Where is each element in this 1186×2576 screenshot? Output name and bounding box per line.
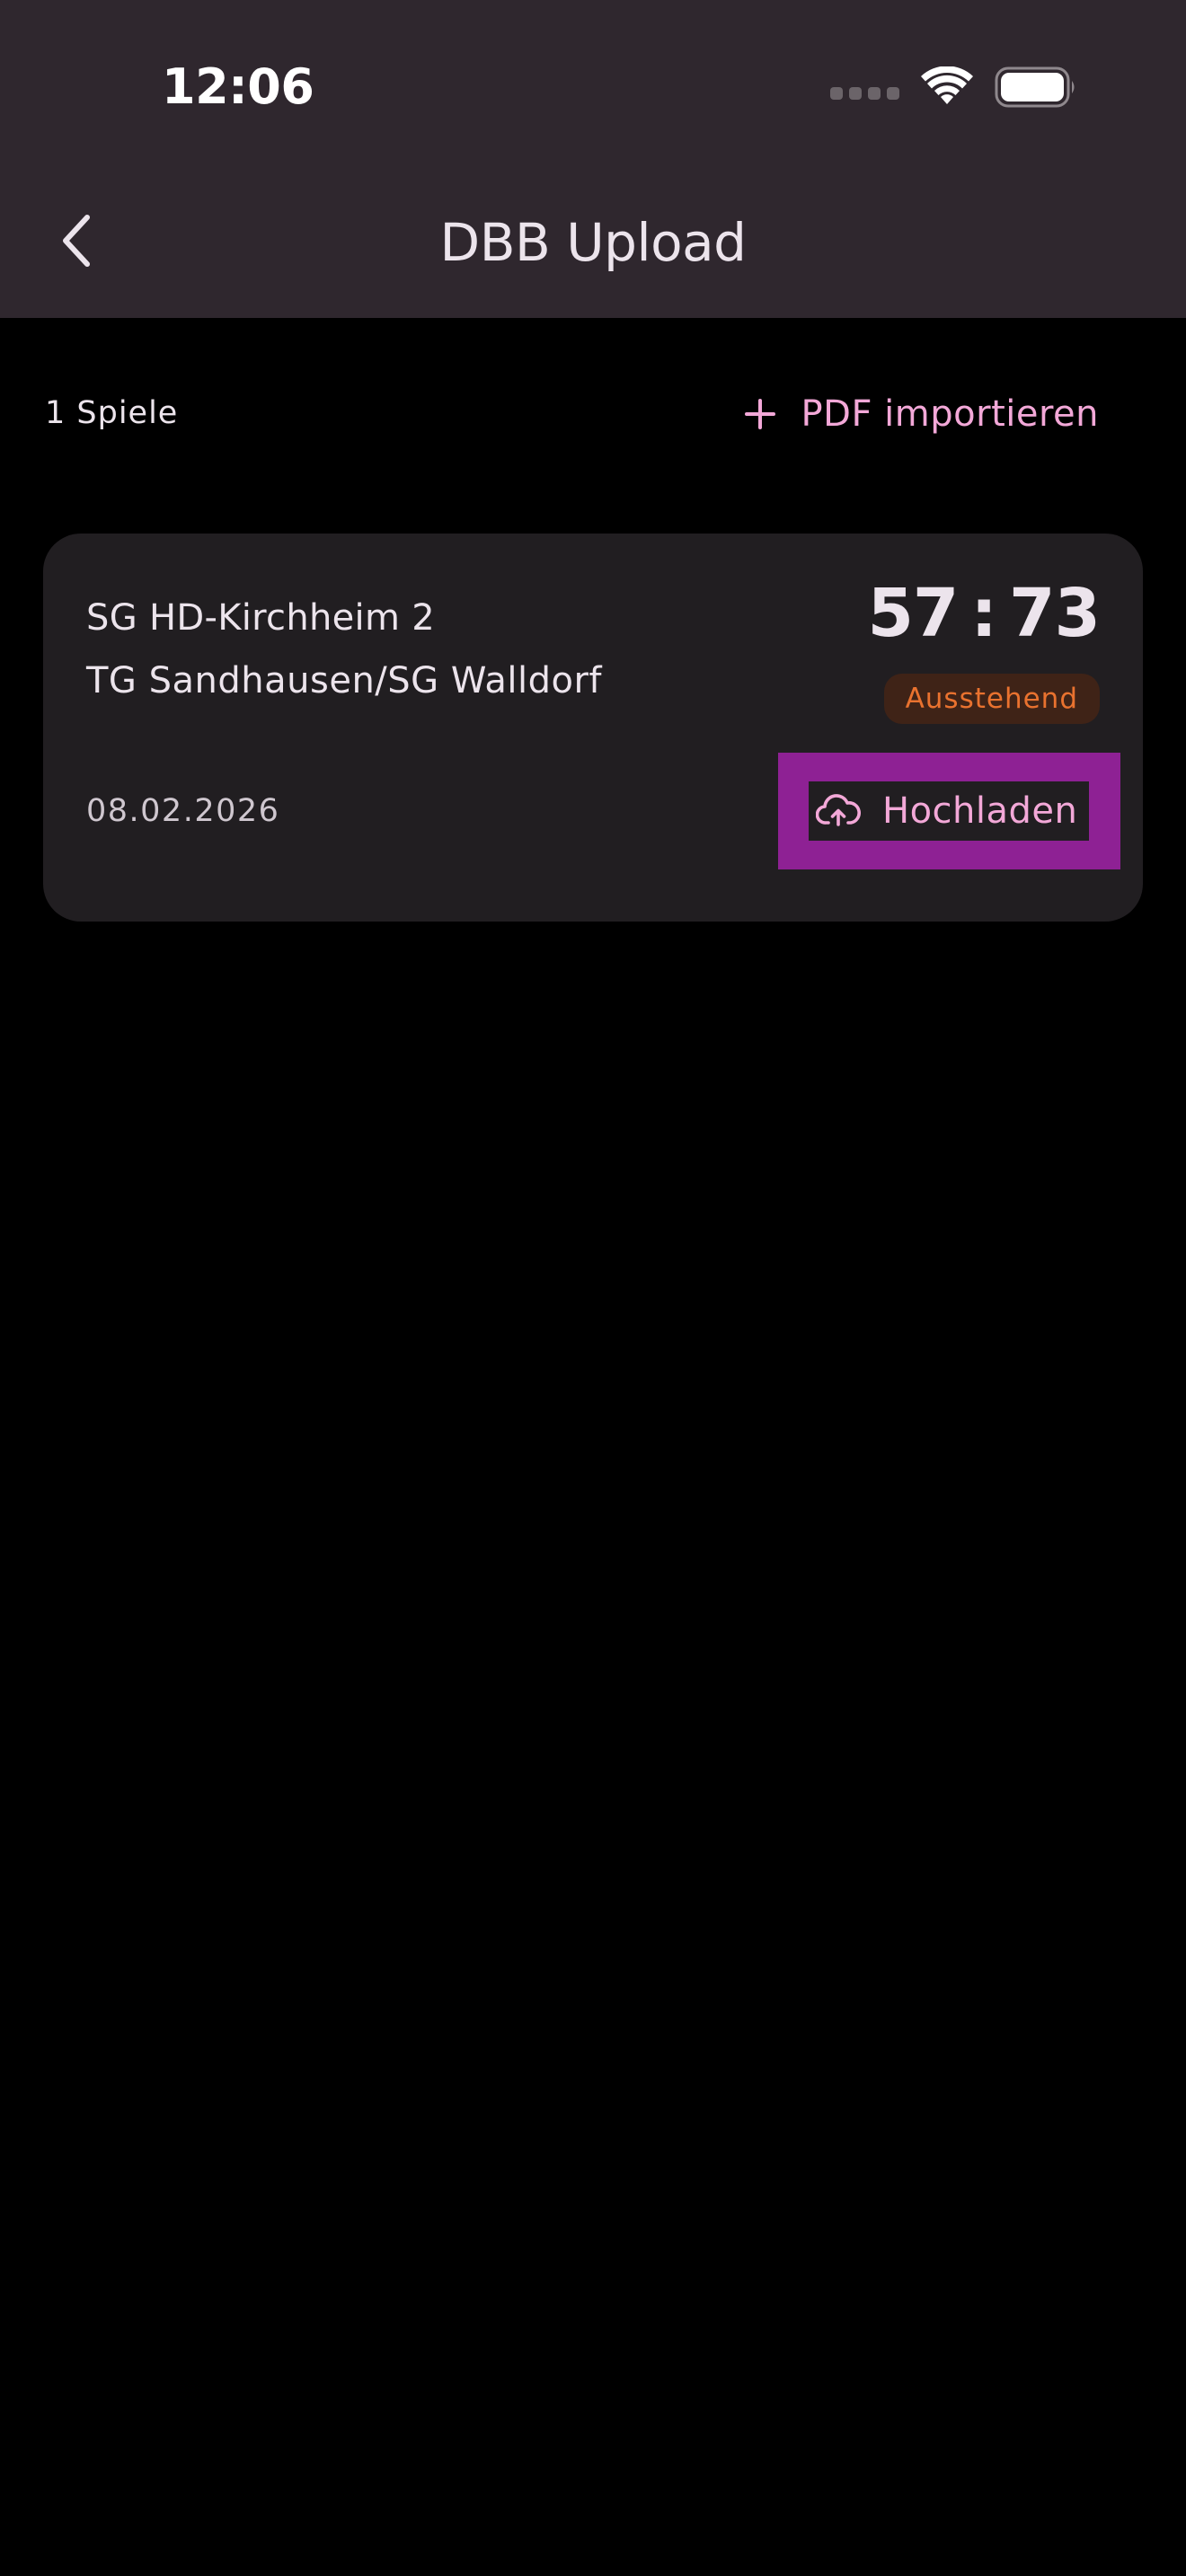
cloud-upload-icon	[816, 793, 861, 829]
battery-icon	[995, 66, 1077, 108]
upload-button-label: Hochladen	[882, 790, 1078, 832]
upload-button-highlight: Hochladen	[778, 753, 1120, 869]
upload-button[interactable]: Hochladen	[809, 781, 1089, 841]
score-separator: :	[970, 575, 997, 652]
page-title: DBB Upload	[439, 212, 747, 273]
wifi-icon	[921, 66, 973, 108]
status-bar-time: 12:06	[162, 58, 314, 115]
status-bar-icons	[830, 65, 1077, 110]
game-score: 57 : 73	[867, 573, 1101, 654]
plus-icon	[744, 398, 776, 430]
top-header: 12:06 DBB Upload	[0, 0, 1186, 318]
pdf-import-label: PDF importieren	[801, 393, 1099, 435]
away-score: 73	[1009, 575, 1101, 652]
game-date: 08.02.2026	[86, 793, 280, 829]
home-score: 57	[867, 575, 959, 652]
home-team-name: SG HD-Kirchheim 2	[86, 597, 435, 639]
status-badge: Ausstehend	[883, 674, 1100, 724]
cellular-signal-icon	[830, 75, 899, 111]
away-team-name: TG Sandhausen/SG Walldorf	[86, 660, 603, 701]
pdf-import-button[interactable]: PDF importieren	[744, 383, 1099, 446]
game-count-label: 1 Spiele	[45, 395, 179, 431]
game-card[interactable]: SG HD-Kirchheim 2 TG Sandhausen/SG Walld…	[43, 534, 1143, 922]
